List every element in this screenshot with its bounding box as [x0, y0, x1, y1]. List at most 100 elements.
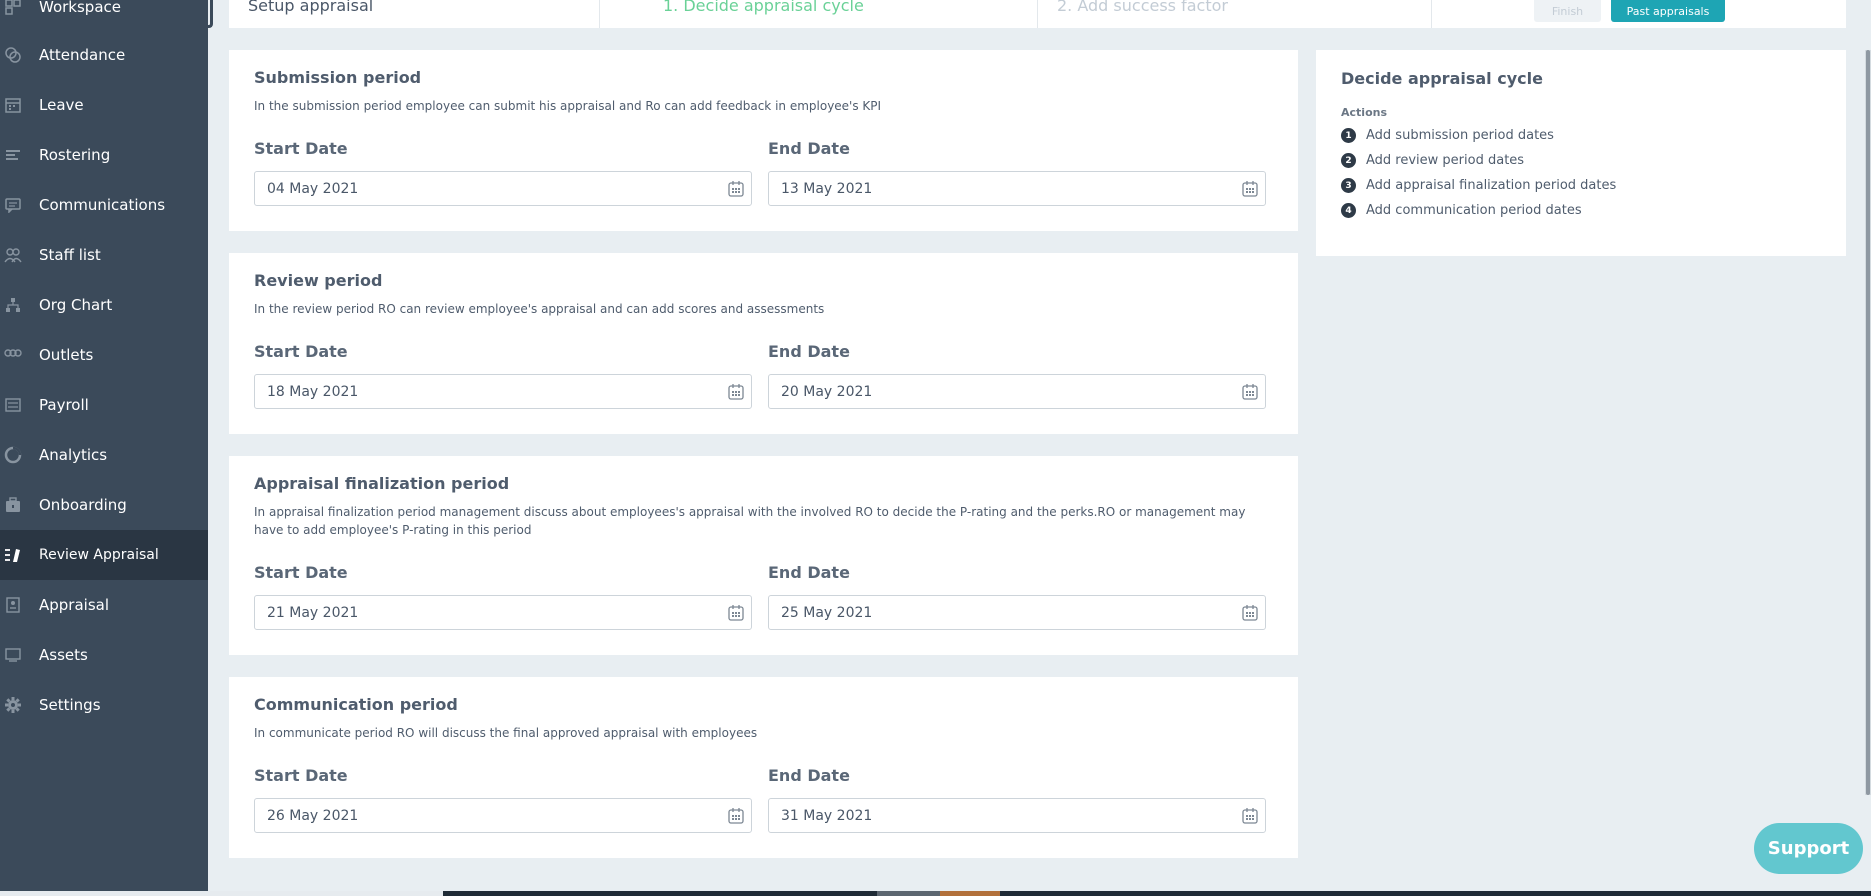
action-item: 4 Add communication period dates: [1341, 203, 1582, 218]
header-divider: [1037, 0, 1038, 28]
card-title: Appraisal finalization period: [254, 474, 510, 493]
start-date-label: Start Date: [254, 563, 348, 582]
card-title: Submission period: [254, 68, 422, 87]
step-number-badge: 3: [1341, 178, 1356, 193]
sidebar-item-label: Org Chart: [39, 296, 113, 314]
date-value: 25 May 2021: [781, 604, 873, 621]
sidebar-item-review-appraisal[interactable]: Review Appraisal: [0, 530, 208, 580]
attendance-icon: [4, 46, 22, 64]
briefcase-icon: [4, 496, 22, 514]
action-label: Add review period dates: [1366, 153, 1525, 168]
sidebar-item-staff-list[interactable]: Staff list: [0, 230, 208, 280]
payroll-icon: [4, 396, 22, 414]
calendar-icon[interactable]: [727, 807, 745, 825]
outlets-icon: [4, 346, 22, 364]
card-title: Communication period: [254, 695, 458, 714]
support-button[interactable]: Support: [1754, 823, 1863, 874]
finalization-period-card: Appraisal finalization period In apprais…: [229, 456, 1298, 655]
card-description: In appraisal finalization period managem…: [254, 505, 1246, 537]
sidebar-item-label: Analytics: [39, 446, 108, 464]
submission-end-date-input[interactable]: 13 May 2021: [768, 171, 1266, 206]
calendar-icon[interactable]: [1241, 604, 1259, 622]
taskbar-segment: [940, 891, 1000, 896]
action-label: Add submission period dates: [1366, 128, 1554, 143]
sidebar-item-workspace[interactable]: Workspace: [0, 0, 208, 32]
sidebar-item-label: Review Appraisal: [39, 547, 159, 563]
bottom-taskbar-strip: [0, 891, 1871, 896]
sidebar-item-assets[interactable]: Assets: [0, 630, 208, 680]
finalization-end-date-input[interactable]: 25 May 2021: [768, 595, 1266, 630]
people-icon: [4, 246, 22, 264]
submission-start-date-input[interactable]: 04 May 2021: [254, 171, 752, 206]
sidebar-item-label: Staff list: [39, 246, 101, 264]
calendar-icon[interactable]: [727, 604, 745, 622]
sidebar-item-label: Outlets: [39, 346, 94, 364]
step-decide-appraisal-cycle[interactable]: 1. Decide appraisal cycle: [663, 0, 864, 14]
start-date-label: Start Date: [254, 139, 348, 158]
sidebar-item-rostering[interactable]: Rostering: [0, 130, 208, 180]
appraisal-icon: [4, 596, 22, 614]
sidebar-item-label: Onboarding: [39, 496, 127, 514]
review-end-date-input[interactable]: 20 May 2021: [768, 374, 1266, 409]
communication-start-date-input[interactable]: 26 May 2021: [254, 798, 752, 833]
card-description: In the review period RO can review emplo…: [254, 302, 825, 316]
calendar-icon: [4, 96, 22, 114]
calendar-icon[interactable]: [1241, 180, 1259, 198]
calendar-icon[interactable]: [1241, 383, 1259, 401]
finish-button[interactable]: Finish: [1534, 0, 1601, 22]
sidebar-item-settings[interactable]: Settings: [0, 680, 208, 730]
step-number-badge: 2: [1341, 153, 1356, 168]
calendar-icon[interactable]: [727, 180, 745, 198]
step-number-badge: 4: [1341, 203, 1356, 218]
sidebar-item-label: Workspace: [39, 0, 121, 16]
sidebar-item-analytics[interactable]: Analytics: [0, 430, 208, 480]
submission-period-card: Submission period In the submission peri…: [229, 50, 1298, 231]
date-value: 18 May 2021: [267, 383, 359, 400]
sidebar-item-leave[interactable]: Leave: [0, 80, 208, 130]
step-add-success-factor[interactable]: 2. Add success factor: [1057, 0, 1228, 14]
finalization-start-date-input[interactable]: 21 May 2021: [254, 595, 752, 630]
sidebar-item-label: Payroll: [39, 396, 89, 414]
review-start-date-input[interactable]: 18 May 2021: [254, 374, 752, 409]
sidebar-item-onboarding[interactable]: Onboarding: [0, 480, 208, 530]
date-value: 20 May 2021: [781, 383, 873, 400]
sidebar-item-attendance[interactable]: Attendance: [0, 30, 208, 80]
rostering-icon: [4, 146, 22, 164]
sidebar-item-label: Assets: [39, 646, 88, 664]
actions-panel-title: Decide appraisal cycle: [1341, 69, 1543, 88]
sidebar-item-label: Appraisal: [39, 596, 110, 614]
actions-panel: Decide appraisal cycle Actions 1 Add sub…: [1316, 50, 1846, 256]
taskbar-segment: [877, 891, 940, 896]
calendar-icon[interactable]: [1241, 807, 1259, 825]
communication-end-date-input[interactable]: 31 May 2021: [768, 798, 1266, 833]
gear-icon: [4, 696, 22, 714]
actions-subtitle: Actions: [1341, 106, 1387, 119]
action-label: Add communication period dates: [1366, 203, 1582, 218]
communication-period-card: Communication period In communicate peri…: [229, 677, 1298, 858]
start-date-label: Start Date: [254, 342, 348, 361]
calendar-icon[interactable]: [727, 383, 745, 401]
action-label: Add appraisal finalization period dates: [1366, 178, 1617, 193]
card-title: Review period: [254, 271, 383, 290]
sidebar-item-label: Communications: [39, 196, 166, 214]
scrollbar-thumb[interactable]: [1866, 50, 1870, 795]
end-date-label: End Date: [768, 563, 850, 582]
date-value: 31 May 2021: [781, 807, 873, 824]
assets-icon: [4, 646, 22, 664]
sidebar-item-communications[interactable]: Communications: [0, 180, 208, 230]
past-appraisals-button[interactable]: Past appraisals: [1611, 0, 1725, 22]
end-date-label: End Date: [768, 766, 850, 785]
chat-icon: [4, 196, 22, 214]
header-edge-decoration: [206, 0, 213, 28]
review-period-card: Review period In the review period RO ca…: [229, 253, 1298, 434]
sidebar-item-appraisal[interactable]: Appraisal: [0, 580, 208, 630]
org-chart-icon: [4, 296, 22, 314]
sidebar-item-org-chart[interactable]: Org Chart: [0, 280, 208, 330]
sidebar-item-label: Attendance: [39, 46, 126, 64]
card-description: In communicate period RO will discuss th…: [254, 726, 758, 740]
sidebar-item-payroll[interactable]: Payroll: [0, 380, 208, 430]
action-item: 3 Add appraisal finalization period date…: [1341, 178, 1616, 193]
review-icon: [4, 546, 22, 564]
sidebar-item-outlets[interactable]: Outlets: [0, 330, 208, 380]
sidebar: Workspace Attendance Leave Rostering Com…: [0, 0, 208, 896]
